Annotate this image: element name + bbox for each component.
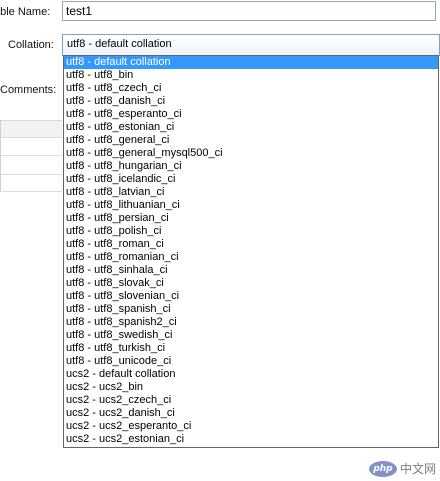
php-logo: php [368,460,397,477]
background-table-row [0,175,62,192]
collation-option[interactable]: ucs2 - ucs2_estonian_ci [64,433,438,446]
collation-option[interactable]: ucs2 - ucs2_czech_ci [64,394,438,407]
collation-option[interactable]: ucs2 - ucs2_danish_ci [64,407,438,420]
collation-option[interactable]: utf8 - utf8_unicode_ci [64,355,438,368]
collation-option[interactable]: utf8 - utf8_danish_ci [64,95,438,108]
collation-option[interactable]: utf8 - default collation [64,56,438,69]
collation-option[interactable]: utf8 - utf8_estonian_ci [64,121,438,134]
collation-option[interactable]: utf8 - utf8_czech_ci [64,82,438,95]
collation-label: Collation: [8,39,54,51]
background-table-header [0,120,62,138]
collation-option[interactable]: utf8 - utf8_esperanto_ci [64,108,438,121]
collation-option[interactable]: utf8 - utf8_hungarian_ci [64,160,438,173]
comments-label: Comments: [0,84,57,96]
collation-option[interactable]: utf8 - utf8_spanish_ci [64,303,438,316]
table-name-input[interactable] [62,1,436,21]
collation-option[interactable]: utf8 - utf8_latvian_ci [64,186,438,199]
background-table-row [0,156,62,175]
collation-option[interactable]: utf8 - utf8_general_mysql500_ci [64,147,438,160]
collation-option[interactable]: utf8 - utf8_slovenian_ci [64,290,438,303]
collation-option[interactable]: utf8 - utf8_polish_ci [64,225,438,238]
collation-option[interactable]: utf8 - utf8_slovak_ci [64,277,438,290]
collation-option[interactable]: ucs2 - ucs2_esperanto_ci [64,420,438,433]
table-name-label: able Name: [0,6,51,18]
collation-option[interactable]: utf8 - utf8_sinhala_ci [64,264,438,277]
collation-option[interactable]: utf8 - utf8_roman_ci [64,238,438,251]
collation-option[interactable]: utf8 - utf8_romanian_ci [64,251,438,264]
collation-option[interactable]: utf8 - utf8_spanish2_ci [64,316,438,329]
collation-option[interactable]: utf8 - utf8_turkish_ci [64,342,438,355]
collation-select[interactable]: utf8 - default collation [62,34,440,56]
collation-option[interactable]: utf8 - utf8_bin [64,69,438,82]
collation-selected-value: utf8 - default collation [67,38,172,50]
collation-dropdown-list[interactable]: utf8 - default collation utf8 - utf8_bin u… [63,55,439,448]
collation-option[interactable]: utf8 - utf8_persian_ci [64,212,438,225]
background-divider [0,120,1,191]
collation-option[interactable]: ucs2 - ucs2_bin [64,381,438,394]
collation-option[interactable]: ucs2 - default collation [64,368,438,381]
collation-option[interactable]: utf8 - utf8_lithuanian_ci [64,199,438,212]
background-table-row [0,137,62,156]
collation-option[interactable]: utf8 - utf8_icelandic_ci [64,173,438,186]
collation-option[interactable]: utf8 - utf8_general_ci [64,134,438,147]
watermark-text: 中文网 [399,462,436,476]
watermark: php 中文网 [368,460,436,477]
collation-option[interactable]: utf8 - utf8_swedish_ci [64,329,438,342]
